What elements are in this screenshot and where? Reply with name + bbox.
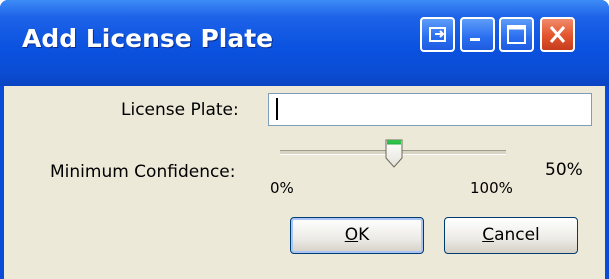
slider-max-label: 100% xyxy=(470,179,513,197)
license-plate-label: License Plate: xyxy=(121,100,239,120)
maximize-button[interactable] xyxy=(499,17,534,52)
restore-window-button[interactable] xyxy=(420,17,455,52)
minimize-button[interactable] xyxy=(460,17,495,52)
text-caret xyxy=(276,98,278,120)
close-button[interactable] xyxy=(540,17,575,52)
minimum-confidence-label: Minimum Confidence: xyxy=(50,162,236,182)
ok-button[interactable]: OK xyxy=(290,217,424,254)
ok-accelerator: O xyxy=(344,225,359,245)
dialog-client-area: License Plate: Minimum Confidence: 0% 10… xyxy=(4,86,605,279)
dialog-window: Add License Plate License Plate: Minimum… xyxy=(0,0,609,279)
restore-window-icon xyxy=(429,27,446,42)
minimize-icon xyxy=(470,38,480,41)
confidence-slider-thumb[interactable] xyxy=(385,138,403,168)
ok-button-label: K xyxy=(358,225,370,245)
slider-min-label: 0% xyxy=(270,179,294,197)
slider-value-label: 50% xyxy=(545,160,583,180)
license-plate-input[interactable] xyxy=(268,93,592,126)
window-title: Add License Plate xyxy=(22,24,274,53)
cancel-button[interactable]: Cancel xyxy=(444,217,578,254)
title-bar[interactable]: Add License Plate xyxy=(0,0,609,86)
close-icon xyxy=(549,26,566,43)
cancel-button-label: ancel xyxy=(494,225,540,245)
maximize-icon xyxy=(507,25,526,44)
cancel-accelerator: C xyxy=(482,225,495,245)
